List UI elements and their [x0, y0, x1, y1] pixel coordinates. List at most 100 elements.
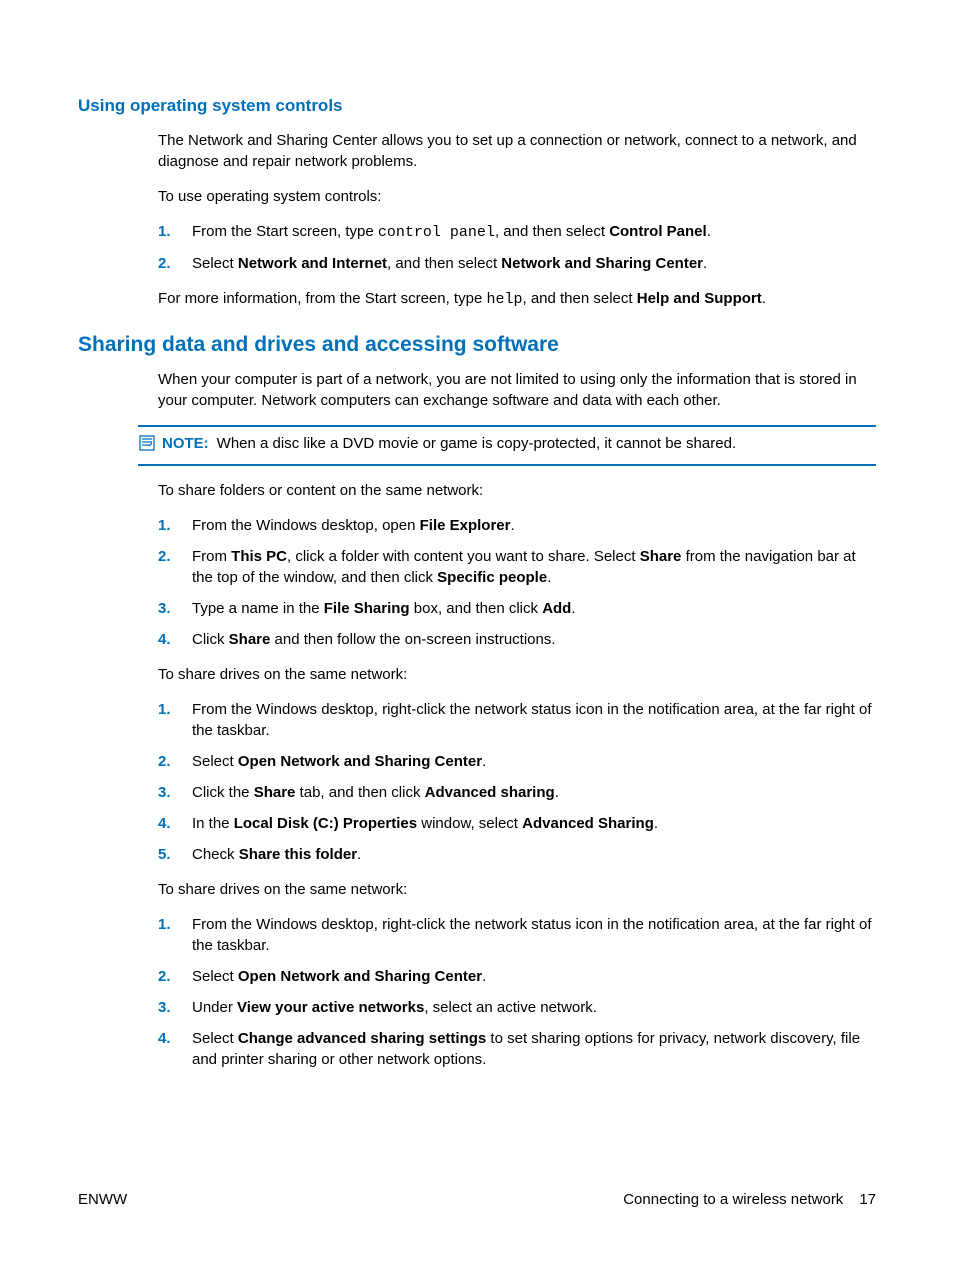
list-item: 2. Select Open Network and Sharing Cente…	[158, 751, 876, 772]
bold-text: Change advanced sharing settings	[238, 1030, 486, 1047]
text: window, select	[417, 815, 522, 832]
lead-c: To share drives on the same network:	[158, 879, 876, 900]
intro-paragraph: The Network and Sharing Center allows yo…	[158, 130, 876, 172]
bold-text: Control Panel	[609, 223, 707, 240]
step-number: 1.	[158, 515, 171, 536]
lead-paragraph: To use operating system controls:	[158, 186, 876, 207]
heading-using-os-controls: Using operating system controls	[78, 94, 876, 118]
bold-text: File Sharing	[324, 600, 410, 617]
text: , select an active network.	[424, 999, 597, 1016]
text: Select	[192, 255, 238, 272]
note-text: When a disc like a DVD movie or game is …	[217, 435, 736, 452]
step-number: 3.	[158, 598, 171, 619]
step-number: 4.	[158, 629, 171, 650]
footer-left: ENWW	[78, 1189, 127, 1210]
bold-text: Local Disk (C:) Properties	[234, 815, 417, 832]
text: Under	[192, 999, 237, 1016]
list-item: 3. Click the Share tab, and then click A…	[158, 782, 876, 803]
intro-paragraph-2: When your computer is part of a network,…	[158, 369, 876, 411]
list-item: 4. In the Local Disk (C:) Properties win…	[158, 813, 876, 834]
bold-text: Share	[640, 548, 682, 565]
steps-list-a: 1. From the Windows desktop, open File E…	[158, 515, 876, 650]
bold-text: Network and Internet	[238, 255, 387, 272]
lead-a: To share folders or content on the same …	[158, 480, 876, 501]
text: From the Windows desktop, open	[192, 517, 420, 534]
text: and then follow the on-screen instructio…	[270, 631, 555, 648]
list-item: 2. Select Network and Internet, and then…	[158, 253, 876, 274]
code-text: help	[486, 291, 522, 308]
text: , click a folder with content you want t…	[287, 548, 640, 565]
text: tab, and then click	[295, 784, 424, 801]
text: .	[482, 753, 486, 770]
steps-list-1: 1. From the Start screen, type control p…	[158, 221, 876, 274]
text: Click the	[192, 784, 254, 801]
note-label: NOTE:	[162, 435, 217, 452]
bold-text: Open Network and Sharing Center	[238, 968, 482, 985]
list-item: 4. Select Change advanced sharing settin…	[158, 1028, 876, 1070]
bold-text: Advanced sharing	[425, 784, 555, 801]
step-number: 1.	[158, 221, 171, 242]
text: .	[482, 968, 486, 985]
steps-list-c: 1. From the Windows desktop, right-click…	[158, 914, 876, 1070]
text: , and then select	[522, 290, 636, 307]
bold-text: View your active networks	[237, 999, 424, 1016]
list-item: 3. Under View your active networks, sele…	[158, 997, 876, 1018]
note-icon	[138, 434, 156, 458]
bold-text: Share	[254, 784, 296, 801]
step-number: 2.	[158, 546, 171, 567]
bold-text: Advanced Sharing	[522, 815, 654, 832]
closing-paragraph: For more information, from the Start scr…	[158, 288, 876, 310]
text: Click	[192, 631, 229, 648]
text: From the Windows desktop, right-click th…	[192, 701, 871, 739]
list-item: 3. Type a name in the File Sharing box, …	[158, 598, 876, 619]
bold-text: Add	[542, 600, 571, 617]
text: , and then select	[387, 255, 501, 272]
list-item: 1. From the Windows desktop, right-click…	[158, 699, 876, 741]
step-number: 2.	[158, 966, 171, 987]
list-item: 4. Click Share and then follow the on-sc…	[158, 629, 876, 650]
lead-b: To share drives on the same network:	[158, 664, 876, 685]
text: From	[192, 548, 231, 565]
text: .	[703, 255, 707, 272]
text: .	[555, 784, 559, 801]
bold-text: This PC	[231, 548, 287, 565]
text: From the Windows desktop, right-click th…	[192, 916, 871, 954]
text: .	[762, 290, 766, 307]
text: .	[654, 815, 658, 832]
bold-text: Share this folder	[239, 846, 357, 863]
text: From the Start screen, type	[192, 223, 378, 240]
text: box, and then click	[410, 600, 543, 617]
text: Select	[192, 1030, 238, 1047]
text: .	[357, 846, 361, 863]
step-number: 5.	[158, 844, 171, 865]
note-block: NOTE:When a disc like a DVD movie or gam…	[138, 425, 876, 466]
step-number: 1.	[158, 914, 171, 935]
footer-right: Connecting to a wireless network 17	[623, 1189, 876, 1210]
bold-text: Help and Support	[637, 290, 762, 307]
list-item: 1. From the Start screen, type control p…	[158, 221, 876, 243]
step-number: 3.	[158, 997, 171, 1018]
note-content: NOTE:When a disc like a DVD movie or gam…	[162, 433, 876, 454]
list-item: 1. From the Windows desktop, right-click…	[158, 914, 876, 956]
text: .	[547, 569, 551, 586]
text: .	[510, 517, 514, 534]
text: In the	[192, 815, 234, 832]
text: Select	[192, 753, 238, 770]
list-item: 2. From This PC, click a folder with con…	[158, 546, 876, 588]
list-item: 2. Select Open Network and Sharing Cente…	[158, 966, 876, 987]
step-number: 3.	[158, 782, 171, 803]
code-text: control panel	[378, 224, 495, 241]
text: Type a name in the	[192, 600, 324, 617]
bold-text: File Explorer	[420, 517, 511, 534]
text: , and then select	[495, 223, 609, 240]
text: Select	[192, 968, 238, 985]
text: Check	[192, 846, 239, 863]
step-number: 4.	[158, 1028, 171, 1049]
bold-text: Open Network and Sharing Center	[238, 753, 482, 770]
step-number: 2.	[158, 751, 171, 772]
step-number: 1.	[158, 699, 171, 720]
page-footer: ENWW Connecting to a wireless network 17	[78, 1189, 876, 1210]
bold-text: Specific people	[437, 569, 547, 586]
heading-sharing-data: Sharing data and drives and accessing so…	[78, 330, 876, 359]
page-number: 17	[859, 1189, 876, 1210]
